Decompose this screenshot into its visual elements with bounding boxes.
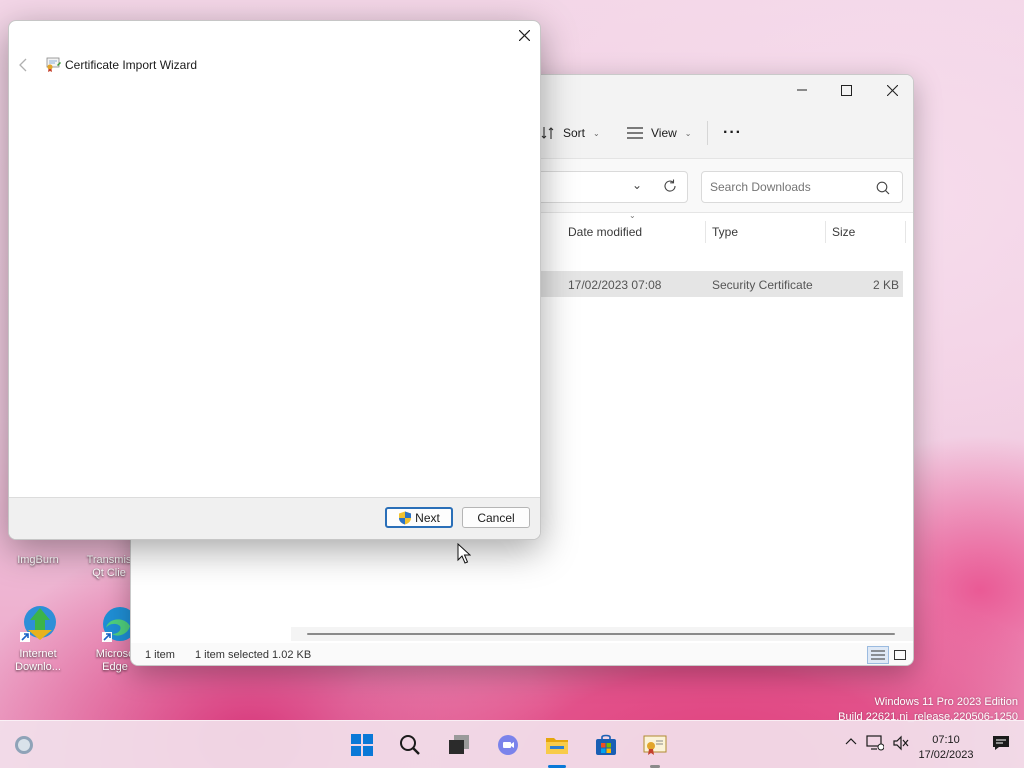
desktop-icon-label: Internet Downlo...: [15, 648, 61, 673]
network-icon: [866, 735, 885, 751]
internet-download-manager-icon: [18, 604, 58, 644]
certificate-taskbar-button[interactable]: [643, 733, 667, 757]
close-icon: [518, 29, 530, 41]
network-button[interactable]: [866, 735, 885, 754]
task-view-icon: [449, 735, 469, 754]
chat-button[interactable]: [496, 733, 520, 757]
back-button[interactable]: [15, 57, 31, 73]
status-bar: 1 item 1 item selected 1.02 KB: [131, 643, 913, 665]
uac-shield-icon: [399, 511, 412, 524]
file-explorer-taskbar-button[interactable]: [545, 733, 569, 757]
more-icon: ···: [723, 124, 742, 141]
details-view-icon: [871, 650, 885, 660]
horizontal-scrollbar[interactable]: [291, 627, 913, 641]
microsoft-store-button[interactable]: [594, 733, 618, 757]
task-view-button[interactable]: [447, 733, 471, 757]
sort-icon: [541, 127, 554, 139]
store-icon: [596, 734, 616, 755]
wizard-title: Certificate Import Wizard: [65, 58, 198, 72]
next-label: Next: [415, 510, 440, 525]
certificate-icon: [46, 57, 61, 72]
sort-indicator-icon: ⌄: [629, 211, 636, 220]
watermark-edition: Windows 11 Pro 2023 Edition: [874, 696, 1019, 708]
minimize-button[interactable]: [779, 75, 825, 105]
search-input[interactable]: [710, 180, 870, 194]
column-header-date-modified[interactable]: Date modified: [562, 221, 706, 243]
minimize-icon: [797, 89, 807, 91]
search-icon: [400, 735, 420, 755]
column-header-type[interactable]: Type: [706, 221, 826, 243]
search-icon[interactable]: [876, 181, 890, 195]
volume-muted-icon: [893, 735, 909, 751]
chevron-down-icon: ⌄: [593, 128, 600, 138]
details-view-button[interactable]: [867, 646, 889, 664]
desktop-icon-internet-download-manager[interactable]: Internet Downlo...: [6, 604, 70, 674]
close-icon: [886, 84, 898, 96]
taskbar: 07:10 17/02/2023: [0, 720, 1024, 768]
scrollbar-thumb[interactable]: [307, 633, 895, 635]
maximize-button[interactable]: [823, 75, 869, 105]
close-button[interactable]: [869, 75, 913, 105]
cancel-button[interactable]: Cancel: [462, 507, 530, 528]
teams-chat-icon: [498, 735, 518, 755]
chevron-down-icon[interactable]: ⌄: [632, 178, 642, 192]
chevron-down-icon: ⌄: [684, 128, 692, 138]
wizard-close-button[interactable]: [508, 21, 540, 49]
start-button[interactable]: [350, 733, 374, 757]
search-box[interactable]: [701, 171, 903, 203]
status-item-count: 1 item: [145, 649, 175, 661]
folder-icon: [546, 738, 568, 754]
toolbar-divider: [707, 121, 708, 145]
refresh-icon: [664, 179, 676, 192]
next-button[interactable]: Next: [385, 507, 453, 528]
certificate-icon: [643, 735, 667, 755]
windows-logo-icon: [351, 734, 373, 756]
view-label: View: [651, 126, 677, 140]
desktop-icon-label: ImgBurn: [17, 554, 59, 566]
wizard-footer: Next Cancel: [9, 497, 540, 539]
view-icon: [627, 127, 643, 139]
file-date: 17/02/2023 07:08: [568, 278, 662, 292]
column-header-size[interactable]: Size: [826, 221, 906, 243]
weather-icon: [15, 736, 33, 754]
maximize-icon: [840, 84, 852, 96]
status-selection: 1 item selected 1.02 KB: [195, 649, 312, 661]
more-options-button[interactable]: ···: [723, 121, 742, 145]
search-button[interactable]: [398, 733, 422, 757]
sort-label: Sort: [563, 126, 586, 140]
file-size: 2 KB: [872, 278, 899, 292]
widgets-button[interactable]: [12, 733, 36, 757]
cancel-label: Cancel: [477, 510, 515, 525]
sort-button[interactable]: Sort ⌄: [541, 121, 600, 145]
certificate-import-wizard: Certificate Import Wizard Next Cancel: [8, 20, 541, 540]
file-type: Security Certificate: [712, 278, 813, 292]
mouse-cursor-icon: [457, 543, 471, 564]
refresh-button[interactable]: [663, 179, 679, 195]
tiles-view-icon: [894, 650, 906, 660]
notification-icon: [993, 736, 1009, 750]
view-button[interactable]: View ⌄: [627, 121, 692, 145]
clock-time: 07:10: [932, 734, 960, 746]
chevron-up-icon: [845, 738, 857, 745]
clock-date: 17/02/2023: [918, 749, 974, 761]
clock[interactable]: 07:10 17/02/2023: [914, 733, 978, 763]
back-arrow-icon: [19, 58, 27, 72]
notifications-button[interactable]: [992, 735, 1010, 754]
edge-icon: [94, 604, 137, 644]
show-hidden-icons-button[interactable]: [845, 735, 857, 750]
tiles-view-button[interactable]: [891, 646, 909, 664]
volume-button[interactable]: [892, 735, 910, 754]
